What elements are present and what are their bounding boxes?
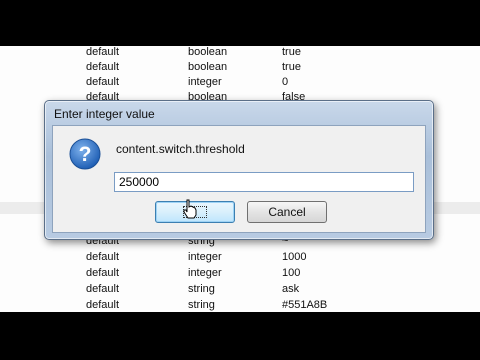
pref-type: string bbox=[188, 283, 215, 295]
dialog-body: ? content.switch.threshold Cancel bbox=[52, 125, 426, 233]
pref-value: true bbox=[282, 61, 301, 73]
pref-row[interactable]: default integer 100 bbox=[0, 265, 480, 281]
pref-type: integer bbox=[188, 251, 222, 263]
pref-status: default bbox=[86, 251, 120, 263]
pref-status: default bbox=[86, 267, 120, 279]
pref-type: integer bbox=[188, 267, 222, 279]
pref-value: 100 bbox=[282, 267, 301, 279]
integer-value-input[interactable] bbox=[114, 172, 414, 192]
pref-status: default bbox=[86, 46, 120, 58]
pref-value: ask bbox=[282, 283, 300, 295]
video-frame: default boolean true default boolean tru… bbox=[0, 0, 480, 360]
pref-type: boolean bbox=[188, 46, 228, 58]
question-icon: ? bbox=[69, 138, 101, 170]
pref-status: default bbox=[86, 76, 120, 88]
pref-row[interactable]: default boolean true bbox=[0, 46, 480, 60]
pref-status: default bbox=[86, 61, 120, 73]
pref-row[interactable]: default integer 0 bbox=[0, 74, 480, 90]
pref-row[interactable]: default integer 1000 bbox=[0, 249, 480, 265]
dialog-title: Enter integer value bbox=[54, 107, 155, 121]
pref-type: integer bbox=[188, 76, 222, 88]
pref-status: default bbox=[86, 299, 120, 311]
pref-value: #551A8B bbox=[282, 299, 328, 311]
integer-input-dialog: Enter integer value ? content.switch.thr… bbox=[44, 100, 434, 240]
prompt-label: content.switch.threshold bbox=[116, 142, 245, 156]
pref-type: boolean bbox=[188, 61, 228, 73]
pref-value: 0 bbox=[282, 76, 289, 88]
mouse-cursor-icon bbox=[183, 199, 197, 219]
svg-text:?: ? bbox=[79, 143, 92, 166]
pref-value: 1000 bbox=[282, 251, 307, 263]
cancel-button[interactable]: Cancel bbox=[247, 201, 327, 223]
pref-value: true bbox=[282, 46, 301, 58]
pref-row[interactable]: default string ask bbox=[0, 281, 480, 297]
pref-row[interactable]: default boolean true bbox=[0, 59, 480, 75]
pref-type: string bbox=[188, 299, 215, 311]
pref-status: default bbox=[86, 283, 120, 295]
pref-row[interactable]: default string #551A8B bbox=[0, 297, 480, 312]
